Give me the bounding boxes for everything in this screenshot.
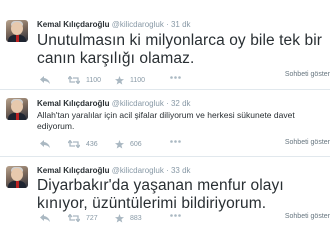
author-name[interactable]: Kemal Kılıçdaroğlu [37,99,109,108]
star-icon [115,214,124,223]
more-button[interactable] [170,140,181,143]
tweet-text: Unutulmasın ki milyonlarca oy bile tek b… [37,32,322,68]
view-conversation-link[interactable]: Sohbeti göster [285,213,330,220]
favorite-button[interactable]: 1100 [115,76,145,85]
view-conversation-link[interactable]: Sohbeti göster [285,71,330,78]
more-button[interactable] [170,76,181,79]
more-icon [170,214,181,217]
timestamp[interactable]: 33 dk [171,166,191,175]
more-icon [170,76,181,79]
tweet-2: Kemal Kılıçdaroğlu @kilicdarogluk · 32 d… [0,90,330,156]
retweet-button[interactable]: 436 [68,140,98,148]
separator-dot: · [166,20,169,29]
separator-dot: · [166,166,169,175]
reply-button[interactable] [40,214,50,222]
retweet-icon [68,214,80,222]
favorite-count: 1100 [130,77,146,84]
tweet-text-line: Diyarbakır'da yaşanan menfur olayı [37,177,284,194]
more-button[interactable] [170,214,181,217]
reply-icon [40,214,50,222]
retweet-button[interactable]: 1100 [68,76,101,84]
more-icon [170,140,181,143]
author-handle[interactable]: @kilicdarogluk [112,99,164,108]
tweet-1: Kemal Kılıçdaroğlu @kilicdarogluk · 31 d… [0,0,330,85]
star-icon [115,140,124,149]
tweet-text-line: kınıyor, üzüntülerimi bildiriyorum. [37,195,267,212]
tweet-header: Kemal Kılıçdaroğlu @kilicdarogluk · 31 d… [37,20,191,29]
reply-button[interactable] [40,76,50,84]
retweet-button[interactable]: 727 [68,214,98,222]
tweet-text: Allah'tan yaralılar için acil şifalar di… [37,110,295,132]
timestamp[interactable]: 31 dk [171,20,191,29]
retweet-icon [68,140,80,148]
tweet-text-line: canın karşılığı olamaz. [37,50,195,67]
star-icon [115,76,124,85]
avatar[interactable] [6,98,28,120]
tweet-header: Kemal Kılıçdaroğlu @kilicdarogluk · 33 d… [37,166,191,175]
author-name[interactable]: Kemal Kılıçdaroğlu [37,166,109,175]
retweet-count: 727 [86,214,98,222]
favorite-count: 883 [130,215,142,222]
tweet-header: Kemal Kılıçdaroğlu @kilicdarogluk · 32 d… [37,99,191,108]
reply-button[interactable] [40,140,50,148]
view-conversation-link[interactable]: Sohbeti göster [285,139,330,146]
favorite-count: 606 [130,141,142,148]
retweet-count: 1100 [86,76,102,84]
retweet-icon [68,76,80,84]
timestamp[interactable]: 32 dk [171,99,191,108]
tweet-text: Diyarbakır'da yaşanan menfur olayı kınıy… [37,177,284,213]
tweet-text-line: Allah'tan yaralılar için acil şifalar di… [37,110,295,120]
separator-dot: · [166,99,169,108]
retweet-count: 436 [86,140,98,148]
reply-icon [40,140,50,148]
avatar[interactable] [6,166,28,188]
author-name[interactable]: Kemal Kılıçdaroğlu [37,20,109,29]
avatar[interactable] [6,20,28,42]
favorite-button[interactable]: 606 [115,140,142,149]
tweet-text-line: Unutulmasın ki milyonlarca oy bile tek b… [37,32,323,49]
author-handle[interactable]: @kilicdarogluk [112,166,164,175]
author-handle[interactable]: @kilicdarogluk [112,20,164,29]
favorite-button[interactable]: 883 [115,214,142,223]
tweet-text-line: ediyorum. [37,121,75,131]
tweet-3: Kemal Kılıçdaroğlu @kilicdarogluk · 33 d… [0,157,330,247]
reply-icon [40,76,50,84]
